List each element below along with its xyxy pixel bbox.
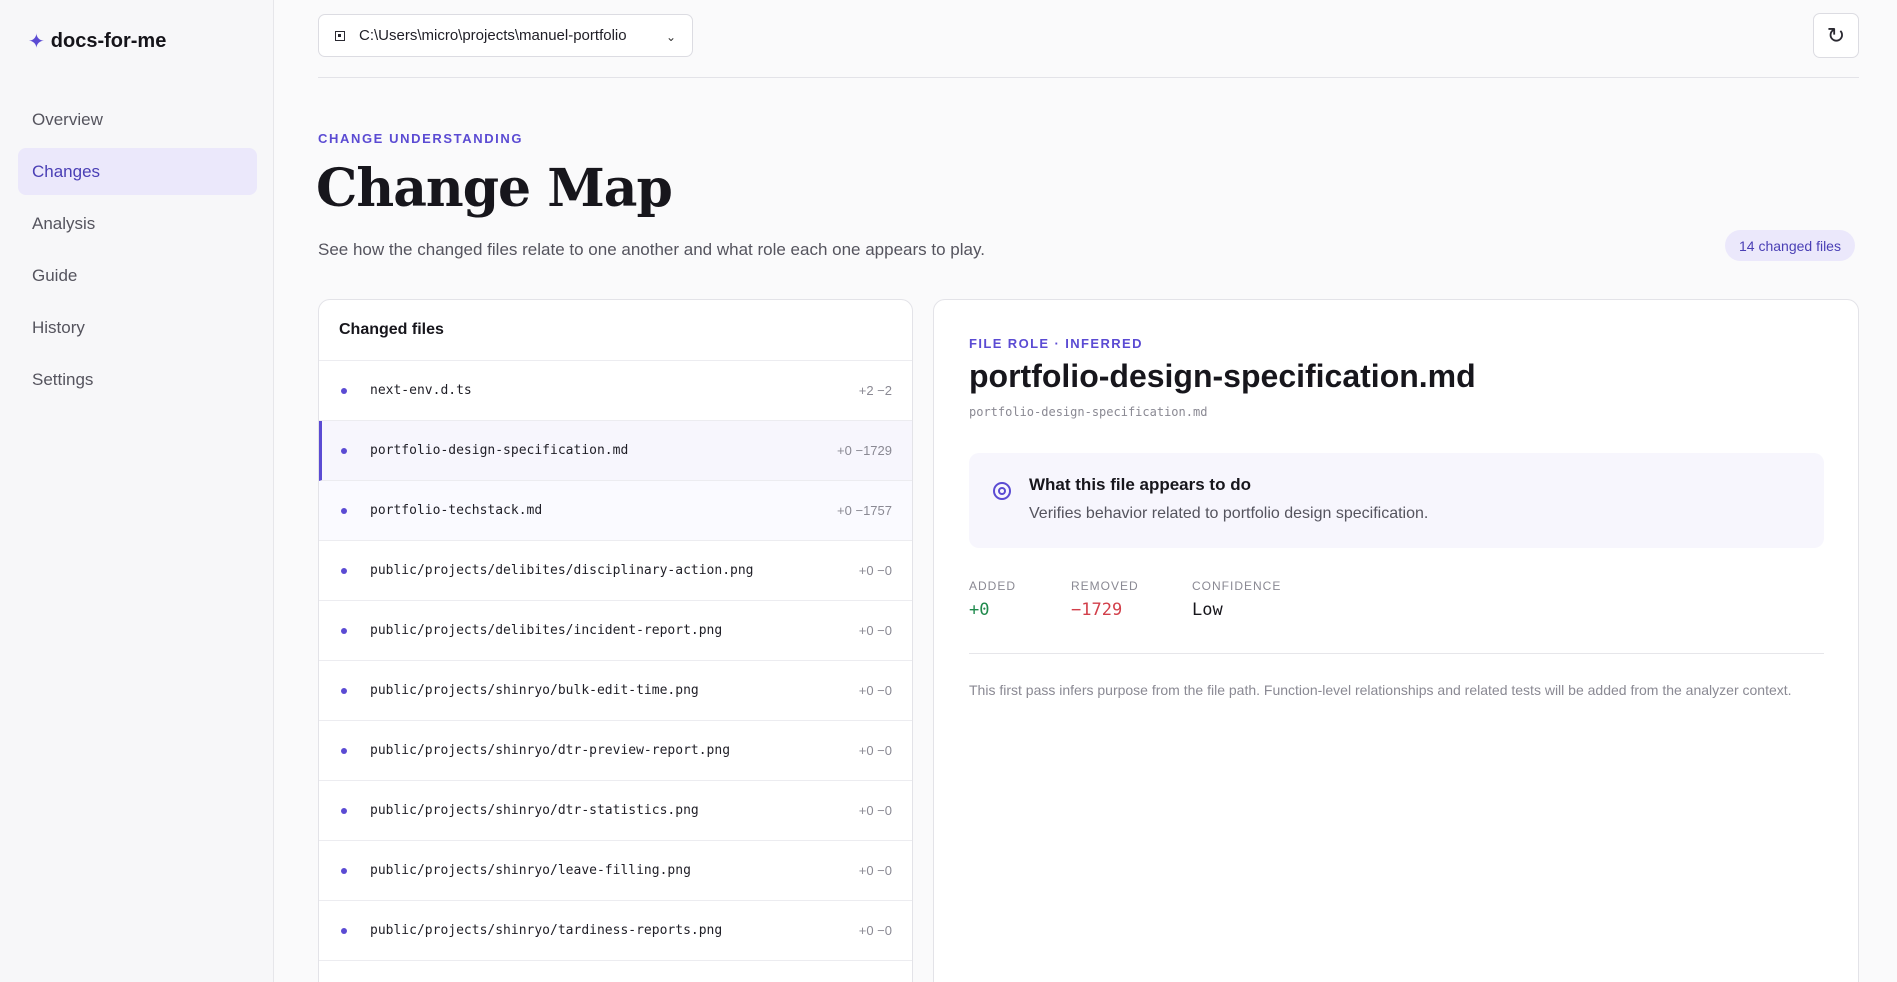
file-diff-stat: +0 −0 [858,803,892,818]
file-diff-stat: +0 −1729 [837,443,892,458]
file-name: public/projects/shinryo/bulk-edit-time.p… [370,683,699,698]
file-name: portfolio-design-specification.md [370,443,629,458]
bullet-icon [341,748,347,754]
sidebar-item-overview[interactable]: Overview [18,96,257,143]
sparkle-icon: ✦ [28,30,45,53]
file-diff-stat: +0 −0 [858,863,892,878]
sidebar-nav: Overview Changes Analysis Guide History … [18,96,257,408]
stat-added: ADDED +0 [969,579,1016,620]
stat-added-value: +0 [969,600,990,620]
file-role-eyebrow: FILE ROLE · INFERRED [969,336,1143,351]
file-row[interactable]: public/projects/shinryo/bulk-edit-time.p… [319,661,912,721]
file-diff-stat: +2 −2 [858,383,892,398]
detail-divider [969,653,1824,654]
file-row[interactable]: public/projects/shinryo/dtr-preview-repo… [319,721,912,781]
file-row[interactable]: public/projects/shinryo/leave-filling.pn… [319,841,912,901]
bullet-icon [341,568,347,574]
bullet-icon [341,448,347,454]
folder-icon [335,30,345,41]
page-eyebrow: CHANGE UNDERSTANDING [318,131,524,146]
sidebar-item-settings[interactable]: Settings [18,356,257,403]
sidebar-item-guide[interactable]: Guide [18,252,257,299]
changed-files-panel: Changed files next-env.d.ts +2 −2 portfo… [318,299,913,982]
sidebar-item-history[interactable]: History [18,304,257,351]
file-detail-path: portfolio-design-specification.md [969,405,1208,419]
file-row[interactable]: public/projects/shinryo/tardiness-report… [319,901,912,961]
file-name: public/projects/shinryo/leave-filling.pn… [370,863,691,878]
bullet-icon [341,508,347,514]
file-row[interactable]: public/projects/delibites/disciplinary-a… [319,541,912,601]
file-row[interactable]: public/projects/delibites/incident-repor… [319,601,912,661]
file-row[interactable]: public/projects/shinryo/dtr-statistics.p… [319,781,912,841]
file-name: next-env.d.ts [370,383,472,398]
file-diff-stat: +0 −0 [858,683,892,698]
file-row-selected[interactable]: portfolio-design-specification.md +0 −17… [319,421,912,481]
file-name: public/projects/delibites/disciplinary-a… [370,563,754,578]
sidebar: ✦ docs-for-me Overview Changes Analysis … [0,0,274,982]
file-row[interactable]: portfolio-techstack.md +0 −1757 [319,481,912,541]
purpose-text: Verifies behavior related to portfolio d… [1029,505,1429,522]
file-name: public/projects/shinryo/dtr-statistics.p… [370,803,699,818]
file-diff-stat: +0 −0 [858,743,892,758]
refresh-button[interactable]: ↻ [1813,13,1859,58]
bullet-icon [341,388,347,394]
bullet-icon [341,688,347,694]
brand-logo[interactable]: ✦ docs-for-me [28,27,166,55]
file-diff-stat: +0 −1757 [837,503,892,518]
page-title: Change Map [316,158,673,219]
sidebar-item-changes[interactable]: Changes [18,148,257,195]
file-name: portfolio-techstack.md [370,503,543,518]
file-name: public/projects/shinryo/dtr-preview-repo… [370,743,731,758]
stat-removed-value: −1729 [1071,600,1123,620]
page-subtitle: See how the changed files relate to one … [318,240,985,259]
bullet-icon [341,928,347,934]
file-detail-panel: FILE ROLE · INFERRED portfolio-design-sp… [933,299,1859,982]
changed-files-badge: 14 changed files [1725,230,1855,261]
stat-confidence-value: Low [1192,600,1223,620]
changed-files-heading: Changed files [319,300,912,361]
sidebar-item-analysis[interactable]: Analysis [18,200,257,247]
top-divider [318,77,1859,78]
file-name: public/projects/shinryo/tardiness-report… [370,923,723,938]
file-diff-stat: +0 −0 [858,623,892,638]
project-path-value: C:\Users\micro\projects\manuel-portfolio [359,27,627,44]
project-path-select[interactable]: C:\Users\micro\projects\manuel-portfolio… [318,14,693,57]
bullet-icon [341,808,347,814]
chevron-down-icon: ⌄ [665,30,676,44]
refresh-icon: ↻ [1826,22,1846,48]
brand-name: docs-for-me [50,29,167,52]
stat-removed: REMOVED −1729 [1071,579,1139,620]
bullet-icon [341,628,347,634]
stat-confidence-label: CONFIDENCE [1192,579,1282,593]
target-icon [993,482,1011,500]
file-name: public/projects/delibites/incident-repor… [370,623,723,638]
stat-added-label: ADDED [969,579,1017,593]
file-diff-stat: +0 −0 [858,923,892,938]
purpose-card: What this file appears to do Verifies be… [969,453,1824,548]
purpose-title: What this file appears to do [1029,475,1251,494]
detail-note: This first pass infers purpose from the … [969,682,1792,698]
stat-confidence: CONFIDENCE Low [1192,579,1281,620]
file-diff-stat: +0 −0 [858,563,892,578]
stat-removed-label: REMOVED [1071,579,1139,593]
file-detail-title: portfolio-design-specification.md [969,358,1476,394]
bullet-icon [341,868,347,874]
file-row[interactable]: next-env.d.ts +2 −2 [319,361,912,421]
